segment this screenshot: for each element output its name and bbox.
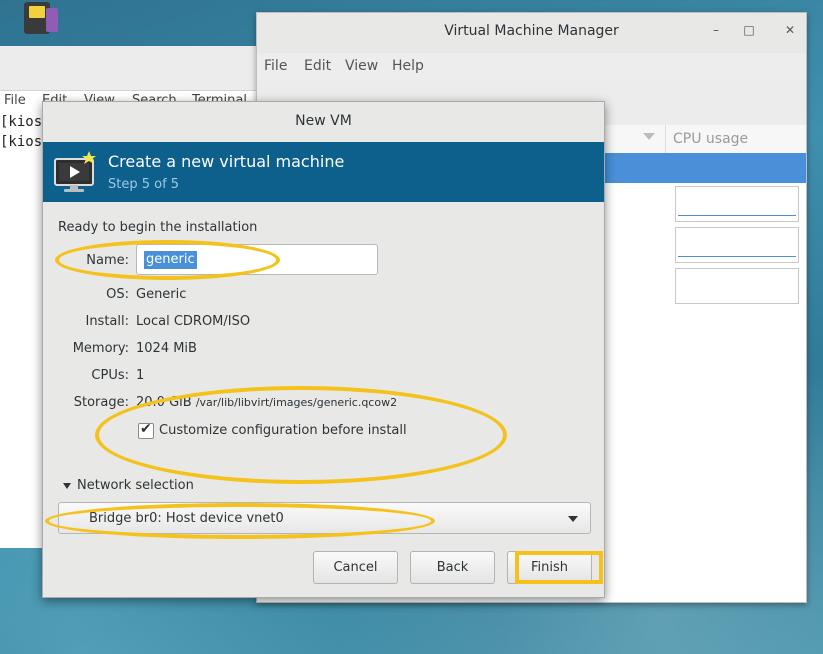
terminal-menubar [0,46,270,91]
wizard-banner: Create a new virtual machine Step 5 of 5 [43,142,604,202]
wizard-step-indicator: Step 5 of 5 [108,177,180,192]
os-value: Generic [136,287,187,302]
new-vm-monitor-icon [54,151,96,192]
sort-arrow-icon[interactable] [643,133,655,140]
cpu-usage-header[interactable]: CPU usage [673,131,748,147]
back-button[interactable]: Back [410,551,495,584]
terminal-menu-file[interactable]: File [4,93,26,108]
cpus-label: CPUs: [91,368,129,383]
highlight-customize [95,386,507,484]
highlight-network [45,503,435,539]
storage-label: Storage: [73,395,129,410]
install-label: Install: [85,314,129,329]
expander-arrow-icon [63,483,71,489]
cpu-usage-graph [675,186,799,222]
memory-value: 1024 MiB [136,341,197,356]
dialog-title: New VM [295,113,352,129]
menu-edit[interactable]: Edit [304,58,331,74]
highlight-finish [515,551,603,584]
close-icon[interactable]: ✕ [782,23,798,41]
highlight-name [55,240,280,280]
maximize-icon[interactable]: □ [741,23,757,41]
cpu-usage-graph [675,268,799,304]
menu-view[interactable]: View [345,58,378,74]
terminal-line: [kios [0,134,43,150]
cpu-usage-graph [675,227,799,263]
cpus-value: 1 [136,368,145,383]
ready-heading: Ready to begin the installation [58,220,258,235]
vm-manager-titlebar: Virtual Machine Manager – □ ✕ [257,13,806,54]
memory-label: Memory: [72,341,129,356]
install-value: Local CDROM/ISO [136,314,251,329]
network-selection-label: Network selection [77,478,194,493]
os-label: OS: [106,287,129,302]
cancel-button[interactable]: Cancel [313,551,398,584]
terminal-line: [kios [0,114,43,130]
menu-file[interactable]: File [264,58,287,74]
vm-manager-menubar [257,53,806,81]
desktop-launcher-icon[interactable] [24,2,58,38]
dropdown-arrow-icon [568,516,578,522]
menu-help[interactable]: Help [392,58,424,74]
minimize-icon[interactable]: – [708,23,724,41]
wizard-title: Create a new virtual machine [108,152,345,171]
dialog-titlebar: New VM [43,102,604,143]
